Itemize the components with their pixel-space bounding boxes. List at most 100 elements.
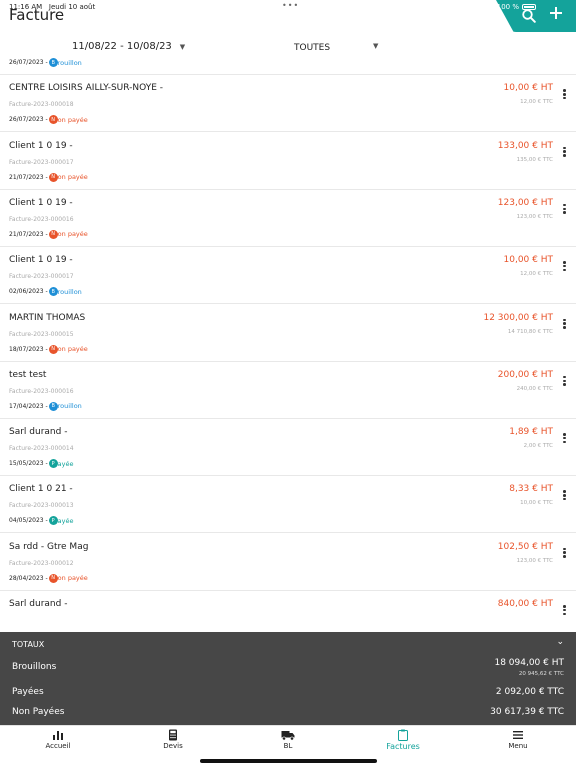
add-invoice-button[interactable] — [548, 5, 564, 23]
date-range-select[interactable]: 11/08/22 - 10/08/23 ▼ — [72, 41, 185, 52]
invoice-row[interactable]: Client 1 0 19 - Facture-2023-000017 02/06/… — [0, 247, 576, 305]
tab-menu[interactable]: Menu — [478, 728, 558, 758]
totals-panel: TOTAUX ⌄ Brouillons 18 094,00 € HT 20 94… — [0, 632, 576, 725]
totals-brouillons-ht: 18 094,00 € HT — [494, 658, 564, 668]
invoice-ref: Facture-2023-000016 — [9, 215, 74, 223]
invoice-amount-ht: 10,00 € HT — [503, 255, 553, 266]
status-badge-text: on payée — [57, 173, 88, 182]
chevron-down-icon: ▼ — [179, 42, 186, 51]
status-badge-text: ayée — [57, 459, 74, 468]
status-badge-letter: N — [48, 229, 58, 239]
invoice-amount-ttc: 14 710,80 € TTC — [507, 328, 553, 335]
totals-title: TOTAUX — [12, 640, 45, 649]
invoice-ref: Facture-2023-000013 — [9, 502, 74, 510]
totals-payees-ttc: 2 092,00 € TTC — [495, 687, 564, 697]
chevron-down-icon[interactable]: ⌄ — [556, 637, 564, 647]
status-badge: Payée — [48, 516, 74, 526]
more-options-icon[interactable] — [563, 490, 566, 501]
invoice-amount-ttc: 12,00 € TTC — [520, 271, 553, 278]
totals-non-payees-ttc: 30 617,39 € TTC — [490, 707, 564, 717]
status-badge-text: rouillon — [57, 402, 82, 411]
more-options-icon[interactable] — [563, 375, 566, 386]
invoice-row[interactable]: Client 1 0 21 - Facture-2023-000013 04/05/… — [0, 476, 576, 534]
invoice-meta: 21/07/2023 - Non payée — [9, 229, 88, 239]
more-options-icon[interactable] — [563, 547, 566, 558]
tab-label: Menu — [508, 742, 528, 750]
invoice-client: Sarl durand - — [9, 599, 68, 609]
invoice-meta: 21/07/2023 - Non payée — [9, 172, 88, 182]
more-options-icon[interactable] — [563, 261, 566, 272]
status-badge-letter: P — [48, 516, 58, 526]
invoice-list[interactable]: Facture-2023-00001926/07/2023 - Brouillo… — [0, 58, 576, 633]
invoice-amount-ttc: 135,00 € TTC — [516, 156, 553, 163]
status-badge-text: ayée — [57, 516, 74, 525]
tab-factures[interactable]: Factures — [363, 728, 443, 758]
tab-label: Factures — [386, 742, 420, 751]
truck-icon — [281, 731, 295, 741]
tab-devis[interactable]: Devis — [133, 728, 213, 758]
home-indicator[interactable] — [200, 759, 377, 763]
invoice-amount-ht: 102,50 € HT — [497, 541, 553, 552]
tab-label: Accueil — [45, 742, 71, 750]
tab-accueil[interactable]: Accueil — [18, 728, 98, 758]
status-badge: Brouillon — [48, 58, 82, 67]
invoice-meta: 28/04/2023 - Non payée — [9, 573, 88, 583]
more-options-icon[interactable] — [563, 89, 566, 100]
bar-chart-icon — [53, 731, 63, 740]
more-options-icon[interactable] — [563, 433, 566, 444]
multitask-dots[interactable]: ••• — [282, 1, 299, 10]
status-badge-letter: N — [48, 115, 58, 125]
invoice-ref: Facture-2023-000016 — [9, 387, 74, 395]
invoice-amount-ht: 133,00 € HT — [497, 140, 553, 151]
calculator-icon — [169, 729, 177, 741]
status-badge-letter: N — [48, 573, 58, 583]
invoice-client: Client 1 0 19 - — [9, 197, 73, 208]
invoice-ref: Facture-2023-000017 — [9, 158, 74, 166]
invoice-row[interactable]: Sarl durand - Facture-2023-000014 15/05/20… — [0, 419, 576, 477]
plus-icon — [550, 7, 562, 19]
invoice-client: test test — [9, 369, 47, 380]
invoice-amount-ttc: 123,00 € TTC — [516, 213, 553, 220]
status-badge-text: on payée — [57, 115, 88, 124]
status-filter-select[interactable]: TOUTES — [294, 43, 330, 53]
invoice-date: 26/07/2023 - — [9, 116, 48, 124]
invoice-row[interactable]: MARTIN THOMAS Facture-2023-000015 18/07/20… — [0, 305, 576, 362]
invoice-meta: 04/05/2023 - Payée — [9, 516, 74, 526]
status-badge: Brouillon — [48, 401, 82, 411]
invoice-client: Client 1 0 19 - — [9, 255, 73, 266]
invoice-date: 15/05/2023 - — [9, 460, 48, 468]
invoice-row[interactable]: CENTRE LOISIRS AILLY-SUR-NOYE - Facture-2… — [0, 75, 576, 133]
invoice-amount-ttc: 10,00 € TTC — [520, 500, 553, 507]
status-badge-text: rouillon — [57, 58, 82, 67]
invoice-meta: 26/07/2023 - Brouillon — [9, 58, 82, 67]
invoice-row[interactable]: Sa rdd - Gtre Mag Facture-2023-000012 28/0… — [0, 534, 576, 591]
invoice-ref: Facture-2023-000015 — [9, 330, 74, 338]
more-options-icon[interactable] — [563, 203, 566, 214]
invoice-meta: 26/07/2023 - Non payée — [9, 115, 88, 125]
battery-percent: 100 % — [496, 3, 519, 11]
more-options-icon[interactable] — [563, 605, 566, 615]
invoice-ref: Facture-2023-000017 — [9, 273, 74, 281]
status-badge-text: on payée — [57, 345, 88, 353]
more-options-icon[interactable] — [563, 318, 566, 329]
invoice-date: 04/05/2023 - — [9, 517, 48, 525]
search-button[interactable] — [522, 8, 536, 23]
invoice-ref: Facture-2023-000014 — [9, 445, 74, 453]
invoice-date: 02/06/2023 - — [9, 288, 48, 296]
chevron-down-icon[interactable]: ▼ — [373, 42, 378, 50]
invoice-date: 26/07/2023 - — [9, 59, 48, 66]
invoice-row[interactable]: Client 1 0 19 - Facture-2023-000016 21/07/… — [0, 190, 576, 247]
invoice-date: 21/07/2023 - — [9, 173, 48, 181]
invoice-amount-ht: 1,89 € HT — [509, 427, 553, 438]
page-title: Facture — [9, 6, 65, 24]
invoice-row[interactable]: Client 1 0 19 - Facture-2023-000017 21/07/… — [0, 133, 576, 190]
invoice-row[interactable]: Facture-2023-00001926/07/2023 - Brouillo… — [0, 58, 576, 75]
invoice-client: Client 1 0 19 - — [9, 140, 73, 151]
invoice-row[interactable]: test test Facture-2023-000016 17/04/2023 -… — [0, 362, 576, 419]
status-badge: Non payée — [48, 344, 88, 354]
invoice-client: Sa rdd - Gtre Mag — [9, 541, 89, 552]
more-options-icon[interactable] — [563, 146, 566, 157]
tab-bl[interactable]: BL — [248, 728, 328, 758]
invoice-client: Sarl durand - — [9, 427, 68, 438]
invoice-row[interactable]: Sarl durand - 840,00 € HT — [0, 591, 576, 633]
